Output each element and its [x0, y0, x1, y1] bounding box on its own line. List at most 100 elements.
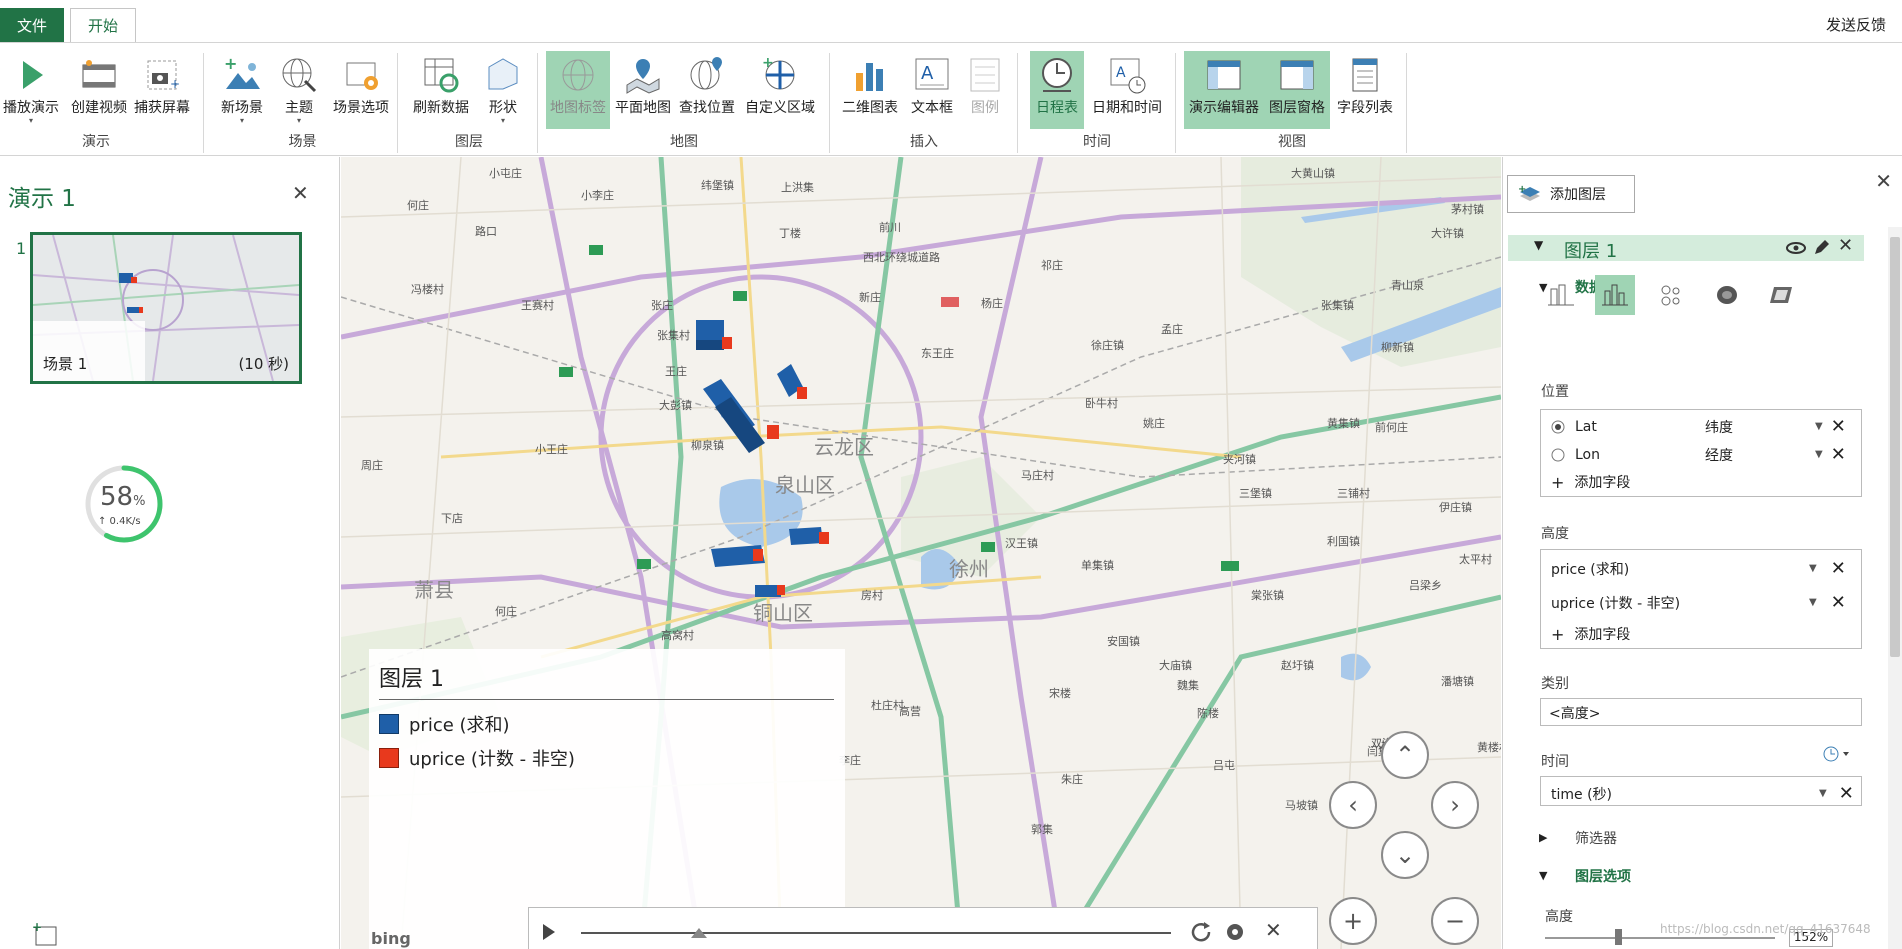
height-slider-track[interactable]	[1545, 937, 1775, 939]
remove-field-icon[interactable]: ✕	[1831, 592, 1846, 613]
send-feedback-link[interactable]: 发送反馈	[1826, 14, 1886, 35]
scene-options-button[interactable]: 场景选项	[328, 51, 394, 129]
play-icon	[23, 61, 43, 89]
category-field[interactable]: <高度>	[1540, 698, 1862, 726]
uprice-column[interactable]	[753, 549, 763, 561]
place-label: 张集村	[657, 329, 690, 342]
price-column[interactable]	[696, 320, 724, 350]
map-labels-toggle[interactable]: 地图标签	[546, 51, 610, 129]
refresh-data-button[interactable]: 刷新数据	[408, 51, 474, 129]
radio-unselected-icon[interactable]	[1551, 448, 1565, 462]
find-location-button[interactable]: 查找位置	[676, 51, 738, 129]
time-field[interactable]: time (秒) ▼ ✕	[1540, 776, 1862, 806]
tilt-up-button[interactable]: ⌃	[1381, 731, 1429, 779]
create-video-button[interactable]: 创建视频	[66, 51, 132, 129]
add-layer-button[interactable]: + 添加图层	[1507, 175, 1635, 213]
play-tour-button[interactable]: 播放演示 ▾	[2, 51, 60, 129]
collapse-triangle-icon[interactable]: ▼	[1539, 869, 1547, 882]
legend-item: uprice (计数 - 非空)	[379, 745, 575, 771]
shapes-button[interactable]: 形状 ▾	[478, 51, 528, 129]
custom-regions-button[interactable]: + 自定义区域	[740, 51, 820, 129]
collapse-triangle-icon[interactable]: ▼	[1534, 238, 1543, 252]
layer-options-title[interactable]: 图层选项	[1575, 866, 1631, 886]
group-label-layer: 图层	[455, 134, 483, 150]
height-field-row[interactable]: uprice (计数 - 非空) ▼ ✕	[1551, 592, 1855, 613]
height-field-row[interactable]: price (求和) ▼ ✕	[1551, 558, 1855, 579]
scene-thumbnail[interactable]: 场景 1 (10 秒)	[30, 232, 302, 384]
chevron-down-icon[interactable]: ▼	[1809, 597, 1817, 608]
radio-selected-icon[interactable]	[1551, 420, 1565, 434]
tilt-down-button[interactable]: ⌄	[1381, 831, 1429, 879]
add-field-link[interactable]: + 添加字段	[1551, 624, 1630, 644]
date-time-button[interactable]: A 日期和时间	[1088, 51, 1166, 129]
tour-editor-toggle[interactable]: 演示编辑器	[1184, 51, 1264, 129]
layer-name[interactable]: 图层 1	[1564, 237, 1617, 263]
rotate-left-button[interactable]: ‹	[1329, 781, 1377, 829]
timeline-thumb[interactable]	[691, 928, 707, 938]
uprice-column[interactable]	[819, 532, 829, 544]
map-canvas[interactable]: 小屯庄 小李庄 纬堡镇 上洪集 路口 何庄 冯楼村 王赛村 张庄 前川 丁楼 西北环绕城道路 新庄 杨庄东…	[341, 157, 1501, 949]
place-label: 大彭镇	[659, 399, 692, 412]
layer-header[interactable]: ▼ 图层 1 ✕	[1508, 235, 1864, 263]
height-slider-thumb[interactable]	[1615, 929, 1622, 945]
viz-clustered-column[interactable]	[1595, 275, 1635, 315]
viz-stacked-column[interactable]	[1541, 275, 1581, 315]
place-label: 黄集镇	[1327, 417, 1360, 430]
play-icon[interactable]	[539, 922, 559, 942]
chevron-down-icon[interactable]: ▼	[1819, 788, 1827, 799]
timeline-track[interactable]	[581, 932, 1171, 934]
map-legend[interactable]: 图层 1 price (求和) uprice (计数 - 非空)	[369, 649, 845, 949]
pencil-icon[interactable]	[1812, 239, 1830, 257]
theme-button[interactable]: 主题 ▾	[274, 51, 324, 129]
timeline-toggle[interactable]: 日程表	[1030, 51, 1084, 129]
filter-section-title[interactable]: 筛选器	[1575, 828, 1617, 848]
price-column[interactable]	[789, 527, 823, 545]
uprice-column[interactable]	[767, 425, 779, 439]
gear-icon[interactable]	[1223, 920, 1247, 944]
field-list-button[interactable]: 字段列表	[1332, 51, 1398, 129]
layer-pane-toggle[interactable]: 图层窗格	[1264, 51, 1330, 129]
remove-field-icon[interactable]: ✕	[1831, 558, 1846, 579]
file-tab[interactable]: 文件	[0, 8, 64, 42]
chevron-down-icon[interactable]: ▼	[1809, 563, 1817, 574]
chevron-down-icon[interactable]: ▼	[1815, 421, 1823, 432]
new-scene-button[interactable]: + 新场景 ▾	[214, 51, 270, 129]
uprice-column[interactable]	[797, 387, 807, 399]
expand-triangle-icon[interactable]: ▶	[1539, 831, 1547, 844]
location-field-row[interactable]: Lat 纬度 ▼ ✕	[1551, 416, 1851, 437]
time-settings-icon[interactable]	[1823, 745, 1853, 763]
add-scene-icon[interactable]: +	[32, 921, 58, 947]
flat-map-button[interactable]: 平面地图	[612, 51, 674, 129]
loop-icon[interactable]	[1189, 920, 1213, 944]
location-field-row[interactable]: Lon 经度 ▼ ✕	[1551, 444, 1851, 465]
zoom-out-button[interactable]: −	[1431, 897, 1479, 945]
text-box-button[interactable]: A 文本框	[906, 51, 958, 129]
chevron-down-icon[interactable]: ▼	[1815, 449, 1823, 460]
viz-heatmap[interactable]	[1707, 275, 1747, 315]
delete-layer-icon[interactable]: ✕	[1838, 235, 1853, 256]
uprice-column[interactable]	[722, 337, 732, 349]
viz-region[interactable]	[1761, 275, 1801, 315]
tour-title[interactable]: 演示 1	[8, 179, 76, 213]
viz-bubble[interactable]	[1651, 275, 1691, 315]
close-icon[interactable]: ✕	[292, 181, 309, 205]
zoom-in-button[interactable]: +	[1329, 897, 1377, 945]
layer-pane-scrollbar[interactable]	[1888, 227, 1902, 949]
uprice-column[interactable]	[777, 585, 785, 595]
place-label: 太平村	[1459, 553, 1492, 566]
rotate-right-button[interactable]: ›	[1431, 781, 1479, 829]
scrollbar-thumb[interactable]	[1890, 237, 1900, 657]
remove-field-icon[interactable]: ✕	[1839, 783, 1854, 804]
place-label: 黄楼村	[1477, 741, 1501, 754]
region-icon	[1770, 287, 1792, 303]
capture-screen-button[interactable]: + 捕获屏幕	[132, 51, 192, 129]
chart-2d-button[interactable]: 二维图表	[838, 51, 902, 129]
home-tab[interactable]: 开始	[70, 8, 136, 42]
remove-field-icon[interactable]: ✕	[1831, 416, 1846, 437]
legend-button[interactable]: 图例	[960, 51, 1010, 129]
close-icon[interactable]: ✕	[1875, 169, 1892, 193]
close-icon[interactable]: ✕	[1265, 918, 1282, 942]
eye-icon[interactable]	[1786, 240, 1806, 256]
add-field-link[interactable]: + 添加字段	[1551, 472, 1630, 492]
remove-field-icon[interactable]: ✕	[1831, 444, 1846, 465]
